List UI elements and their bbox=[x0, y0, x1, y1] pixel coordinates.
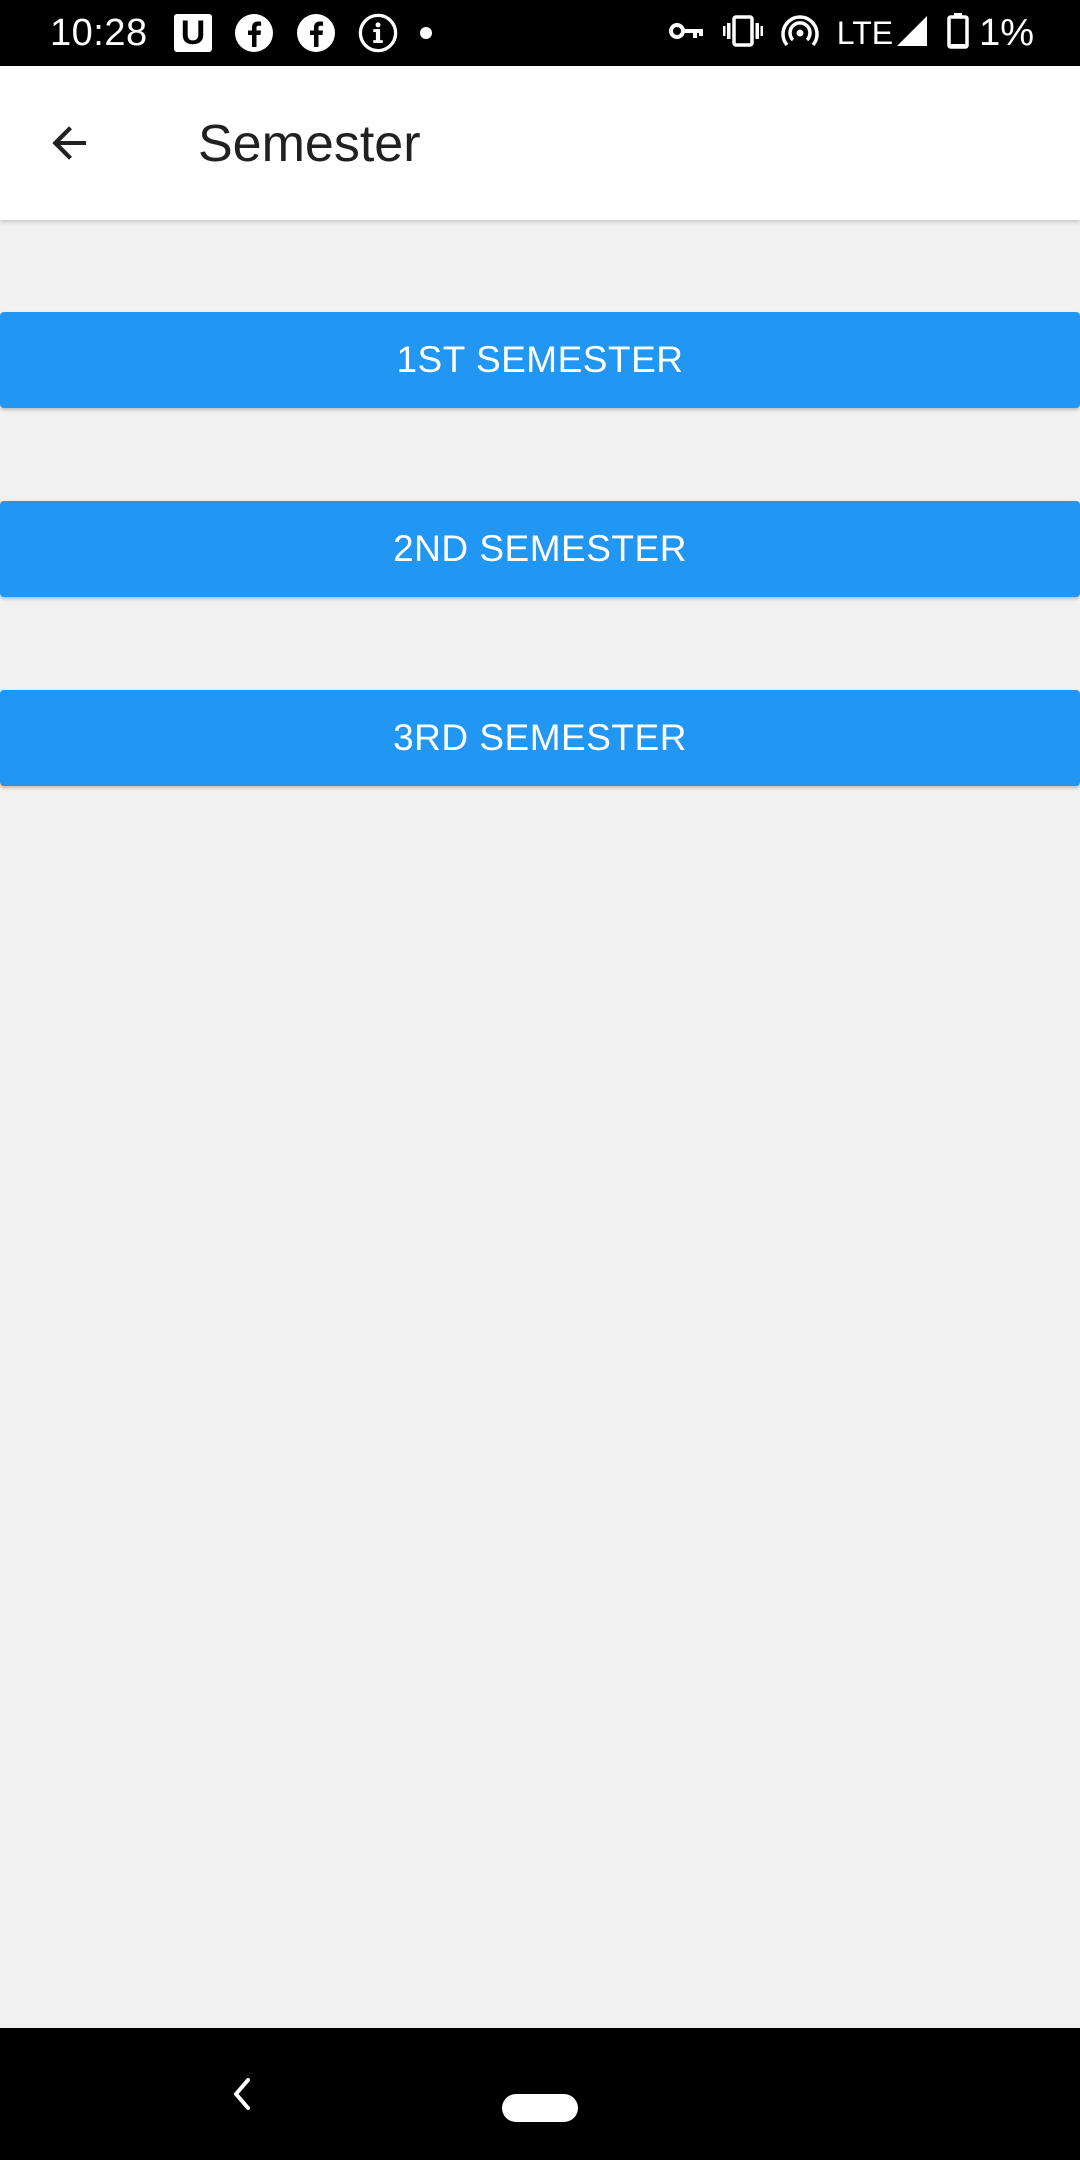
semester-2-button[interactable]: 2ND SEMESTER bbox=[0, 501, 1080, 597]
semester-1-button[interactable]: 1ST SEMESTER bbox=[0, 312, 1080, 408]
battery-percent: 1% bbox=[979, 12, 1034, 54]
info-icon bbox=[358, 13, 398, 53]
screen: 10:28 U LTE 1% Semester 1ST SEMESTER 2ND… bbox=[0, 0, 1080, 2160]
semester-list: 1ST SEMESTER 2ND SEMESTER 3RD SEMESTER bbox=[0, 312, 1080, 879]
back-button[interactable] bbox=[30, 103, 110, 183]
battery-icon bbox=[947, 12, 969, 54]
status-bar: 10:28 U LTE 1% bbox=[0, 0, 1080, 66]
facebook-icon bbox=[234, 13, 274, 53]
system-nav-bar bbox=[0, 2028, 1080, 2160]
status-notification-icons: U bbox=[174, 11, 454, 55]
page-title: Semester bbox=[198, 115, 421, 173]
vpn-key-icon bbox=[668, 20, 705, 47]
signal-icon bbox=[895, 14, 929, 53]
notification-dot-icon bbox=[420, 27, 432, 39]
chevron-left-icon bbox=[234, 2078, 250, 2110]
nav-back-button[interactable] bbox=[218, 2070, 266, 2118]
home-pill-icon[interactable] bbox=[502, 2094, 578, 2122]
arrow-back-icon bbox=[52, 126, 86, 160]
app-bar: Semester bbox=[0, 66, 1080, 220]
semester-3-button[interactable]: 3RD SEMESTER bbox=[0, 690, 1080, 786]
hotspot-icon bbox=[781, 14, 819, 53]
facebook-icon bbox=[296, 13, 336, 53]
network-type-label: LTE bbox=[836, 15, 894, 51]
status-time: 10:28 bbox=[50, 12, 148, 54]
status-system-icons: LTE 1% bbox=[651, 11, 1034, 55]
u-app-icon: U bbox=[174, 14, 212, 52]
vibrate-icon bbox=[722, 14, 763, 52]
